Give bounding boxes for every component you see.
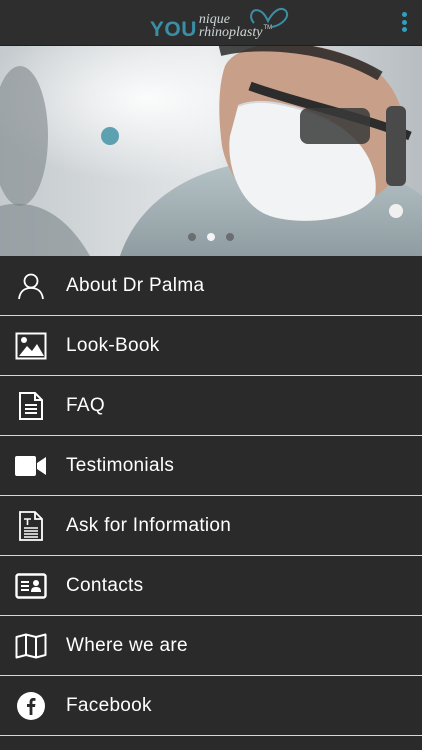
menu-item-ask-info[interactable]: Ask for Information (0, 496, 422, 556)
main-menu-list: About Dr Palma Look-Book FAQ Testimonial… (0, 256, 422, 736)
app-header: YOU nique rhinoplasty TM (0, 0, 422, 46)
logo-heart-icon (250, 7, 288, 28)
document-icon (0, 376, 62, 435)
menu-item-contacts[interactable]: Contacts (0, 556, 422, 616)
hero-image (0, 46, 422, 256)
menu-item-label: Testimonials (66, 454, 175, 476)
form-icon (0, 496, 62, 555)
carousel-dot[interactable] (207, 233, 215, 241)
more-vertical-icon (401, 12, 407, 17)
hero-carousel[interactable] (0, 46, 422, 256)
contact-card-icon (0, 556, 62, 615)
map-icon (0, 616, 62, 675)
video-camera-icon (0, 436, 62, 495)
image-icon (0, 316, 62, 375)
app-logo: YOU nique rhinoplasty TM (149, 3, 288, 43)
carousel-dot[interactable] (226, 233, 234, 241)
menu-item-label: Facebook (66, 694, 152, 716)
menu-item-testimonials[interactable]: Testimonials (0, 436, 422, 496)
menu-item-label: Where we are (66, 634, 188, 656)
carousel-indicators (0, 233, 422, 241)
menu-item-label: FAQ (66, 394, 105, 416)
menu-item-where-we-are[interactable]: Where we are (0, 616, 422, 676)
more-options-button[interactable] (400, 12, 408, 32)
menu-item-faq[interactable]: FAQ (0, 376, 422, 436)
menu-item-label: About Dr Palma (66, 274, 205, 296)
carousel-dot[interactable] (188, 233, 196, 241)
menu-item-facebook[interactable]: Facebook (0, 676, 422, 736)
menu-item-look-book[interactable]: Look-Book (0, 316, 422, 376)
menu-item-label: Look-Book (66, 334, 160, 356)
menu-item-label: Ask for Information (66, 514, 232, 536)
menu-item-label: Contacts (66, 574, 144, 596)
facebook-icon (0, 676, 62, 735)
person-icon (0, 256, 62, 315)
logo-you-text: YOU (149, 17, 197, 41)
menu-item-about[interactable]: About Dr Palma (0, 256, 422, 316)
